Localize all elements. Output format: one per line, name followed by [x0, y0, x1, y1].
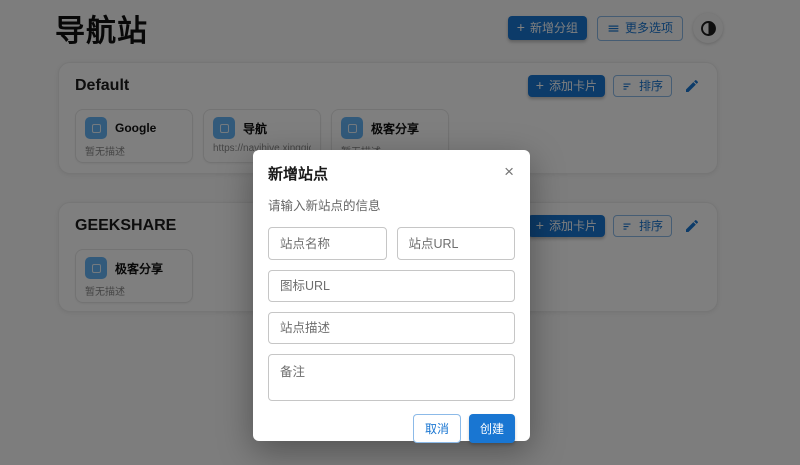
- add-site-modal: 新增站点 × 请输入新站点的信息 取消 创建: [253, 150, 530, 443]
- icon-url-input[interactable]: [268, 270, 515, 302]
- modal-subtitle: 请输入新站点的信息: [268, 199, 381, 213]
- field-row: [268, 227, 515, 260]
- close-icon[interactable]: ×: [503, 163, 515, 180]
- cancel-button[interactable]: 取消: [412, 414, 461, 443]
- add-site-form: [268, 227, 515, 401]
- navigation-dashboard: 导航站 + 新增分组 更多选项: [0, 0, 800, 465]
- site-name-input[interactable]: [268, 227, 387, 260]
- modal-actions: 取消 创建: [268, 414, 515, 443]
- modal-header: 新增站点 ×: [268, 163, 515, 184]
- notes-textarea[interactable]: [268, 354, 515, 401]
- site-description-input[interactable]: [268, 312, 515, 344]
- modal-title: 新增站点: [268, 166, 329, 183]
- site-url-input[interactable]: [396, 227, 515, 260]
- create-button[interactable]: 创建: [468, 414, 515, 443]
